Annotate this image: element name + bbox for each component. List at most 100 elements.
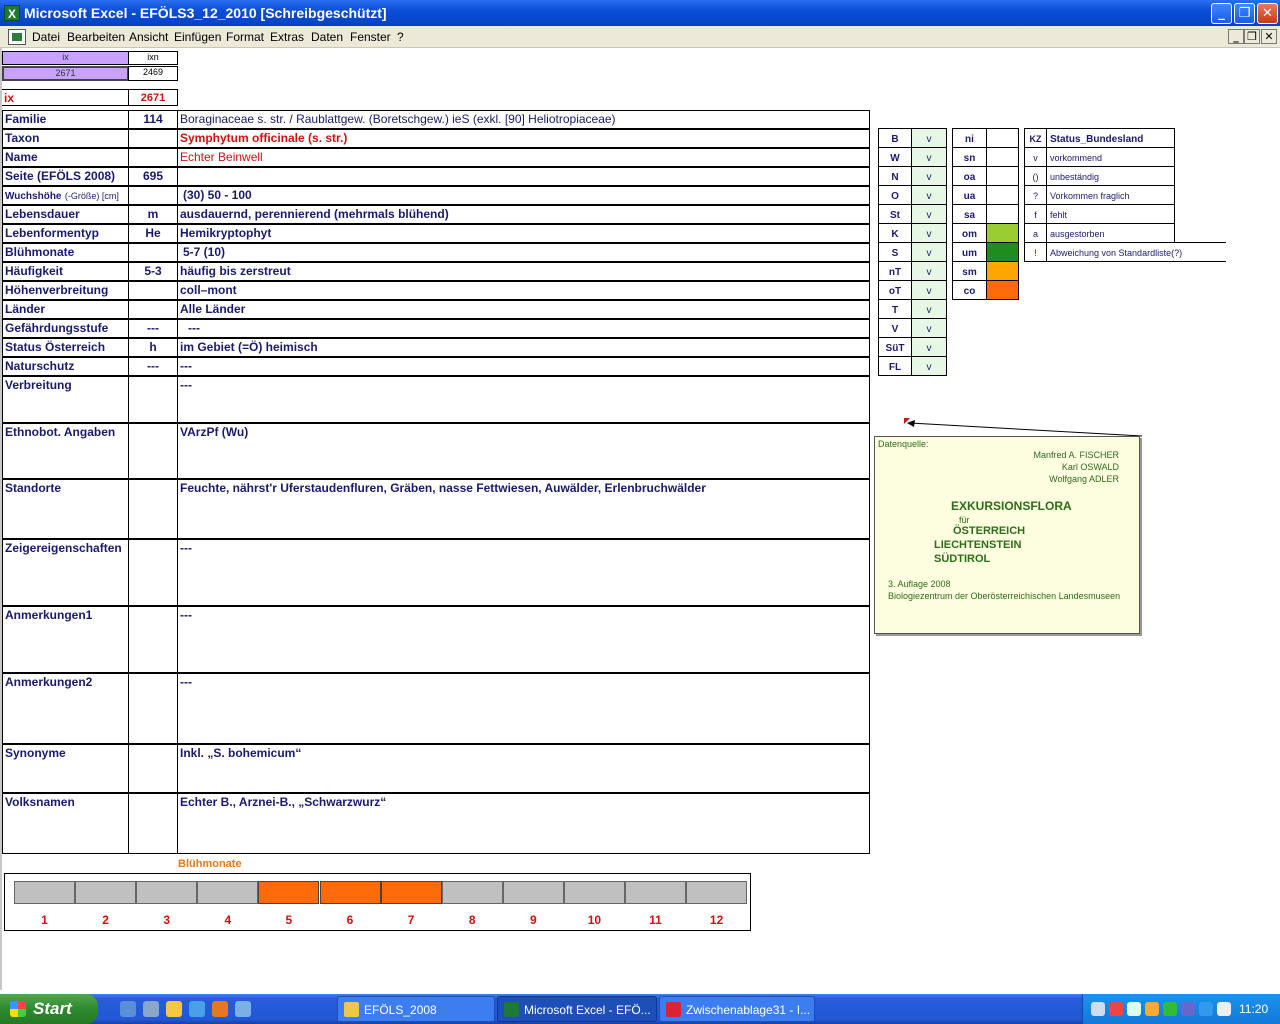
volume-icon[interactable] [1181,1002,1195,1016]
internet-explorer-icon[interactable] [189,1001,205,1017]
field-value-länder[interactable]: Alle Länder [177,300,870,319]
land-status-s[interactable]: v [911,242,947,262]
zone-code-co[interactable]: co [952,280,987,300]
field-label-seite-eföls-2008[interactable]: Seite (EFÖLS 2008) [2,167,129,186]
land-code-st[interactable]: St [878,204,912,224]
field-code-gefährdungsstufe[interactable]: --- [128,319,178,338]
field-label-standorte[interactable]: Standorte [2,479,129,539]
source-comment-box[interactable]: Datenquelle: Manfred A. FISCHER Karl OSW… [874,436,1140,634]
taskbar-task-1[interactable]: EFÖLS_2008 [337,996,495,1022]
field-code-lebensdauer[interactable]: m [128,205,178,224]
field-code-taxon[interactable] [128,129,178,148]
menu-extras[interactable]: Extras [270,30,304,44]
land-code-w[interactable]: W [878,147,912,167]
field-code-anmerkungen1[interactable] [128,606,178,673]
field-value-seite-eföls-2008[interactable] [177,167,870,186]
field-label-familie[interactable]: Familie [2,110,129,129]
zone-code-sa[interactable]: sa [952,204,987,224]
field-code-status-österreich[interactable]: h [128,338,178,357]
field-code-volksnamen[interactable] [128,793,178,854]
land-code-v[interactable]: V [878,318,912,338]
zone-color-oa[interactable] [986,166,1019,186]
field-value-lebenformentyp[interactable]: Hemikryptophyt [177,224,870,243]
explorer-icon[interactable] [143,1001,159,1017]
field-code-anmerkungen2[interactable] [128,673,178,744]
security-alert-icon[interactable] [1109,1002,1123,1016]
field-code-lebenformentyp[interactable]: He [128,224,178,243]
field-label-gefährdungsstufe[interactable]: Gefährdungsstufe [2,319,129,338]
land-code-o[interactable]: O [878,185,912,205]
land-status-süt[interactable]: v [911,337,947,357]
field-value-taxon[interactable]: Symphytum officinale (s. str.) [177,129,870,148]
field-value-verbreitung[interactable]: --- [177,376,870,423]
menu-ansicht[interactable]: Ansicht [129,30,168,44]
land-code-n[interactable]: N [878,166,912,186]
legend-row-2-text[interactable]: unbeständig [1046,166,1175,186]
firefox-icon[interactable] [212,1001,228,1017]
land-code-nt[interactable]: nT [878,261,912,281]
legend-row-6-text[interactable]: Abweichung von Standardliste(?) [1046,242,1226,262]
menu-bearbeiten[interactable]: Bearbeiten [67,30,125,44]
field-value-zeigereigenschaften[interactable]: --- [177,539,870,606]
zone-code-sn[interactable]: sn [952,147,987,167]
start-button[interactable]: Start [0,994,98,1024]
land-status-t[interactable]: v [911,299,947,319]
zone-color-ni[interactable] [986,128,1019,148]
email-icon[interactable] [235,1001,251,1017]
land-status-n[interactable]: v [911,166,947,186]
field-value-synonyme[interactable]: Inkl. „S. bohemicum“ [177,744,870,793]
field-value-familie[interactable]: Boraginaceae s. str. / Raublattgew. (Bor… [177,110,870,129]
legend-header-text[interactable]: Status_Bundesland [1046,128,1175,148]
legend-row-2-kz[interactable]: () [1024,166,1047,186]
ix-value-big[interactable]: 2671 [128,89,178,106]
land-code-fl[interactable]: FL [878,356,912,376]
land-code-süt[interactable]: SüT [878,337,912,357]
land-status-nt[interactable]: v [911,261,947,281]
legend-row-5-kz[interactable]: a [1024,223,1047,243]
field-code-familie[interactable]: 114 [128,110,178,129]
zone-color-um[interactable] [986,242,1019,262]
field-value-wuchshöhe[interactable]: (30) 50 - 100 [177,186,870,205]
search-icon[interactable] [1127,1002,1141,1016]
field-label-name[interactable]: Name [2,148,129,167]
field-code-länder[interactable] [128,300,178,319]
zone-color-ua[interactable] [986,185,1019,205]
zone-code-oa[interactable]: oa [952,166,987,186]
ix-header[interactable]: ix [2,51,129,65]
menu-help[interactable]: ? [397,30,404,44]
land-code-t[interactable]: T [878,299,912,319]
field-value-blühmonate[interactable]: 5-7 (10) [177,243,870,262]
zone-color-sa[interactable] [986,204,1019,224]
field-label-ethnobot-angaben[interactable]: Ethnobot. Angaben [2,423,129,479]
land-status-o[interactable]: v [911,185,947,205]
field-code-ethnobot-angaben[interactable] [128,423,178,479]
legend-row-5-text[interactable]: ausgestorben [1046,223,1175,243]
zone-code-sm[interactable]: sm [952,261,987,281]
field-value-volksnamen[interactable]: Echter B., Arznei-B., „Schwarzwurz“ [177,793,870,854]
field-code-höhenverbreitung[interactable] [128,281,178,300]
media-player-icon[interactable] [166,1001,182,1017]
land-code-ot[interactable]: oT [878,280,912,300]
land-code-b[interactable]: B [878,128,912,148]
workbook-close-button[interactable]: ✕ [1261,29,1277,44]
workbook-minimize-button[interactable]: _ [1228,29,1244,44]
land-status-k[interactable]: v [911,223,947,243]
field-code-zeigereigenschaften[interactable] [128,539,178,606]
legend-row-1-text[interactable]: vorkommend [1046,147,1175,167]
land-status-st[interactable]: v [911,204,947,224]
field-label-synonyme[interactable]: Synonyme [2,744,129,793]
field-label-häufigkeit[interactable]: Häufigkeit [2,262,129,281]
field-code-seite-eföls-2008[interactable]: 695 [128,167,178,186]
field-label-volksnamen[interactable]: Volksnamen [2,793,129,854]
app-tray-icon[interactable] [1217,1002,1231,1016]
field-value-anmerkungen2[interactable]: --- [177,673,870,744]
land-status-v[interactable]: v [911,318,947,338]
field-value-naturschutz[interactable]: --- [177,357,870,376]
show-desktop-icon[interactable] [120,1001,136,1017]
field-label-naturschutz[interactable]: Naturschutz [2,357,129,376]
field-value-häufigkeit[interactable]: häufig bis zerstreut [177,262,870,281]
field-value-höhenverbreitung[interactable]: coll–mont [177,281,870,300]
field-label-lebensdauer[interactable]: Lebensdauer [2,205,129,224]
field-label-wuchshöhe[interactable]: Wuchshöhe (-Größe) [cm] [2,186,129,205]
restore-button[interactable]: ❐ [1234,3,1255,24]
